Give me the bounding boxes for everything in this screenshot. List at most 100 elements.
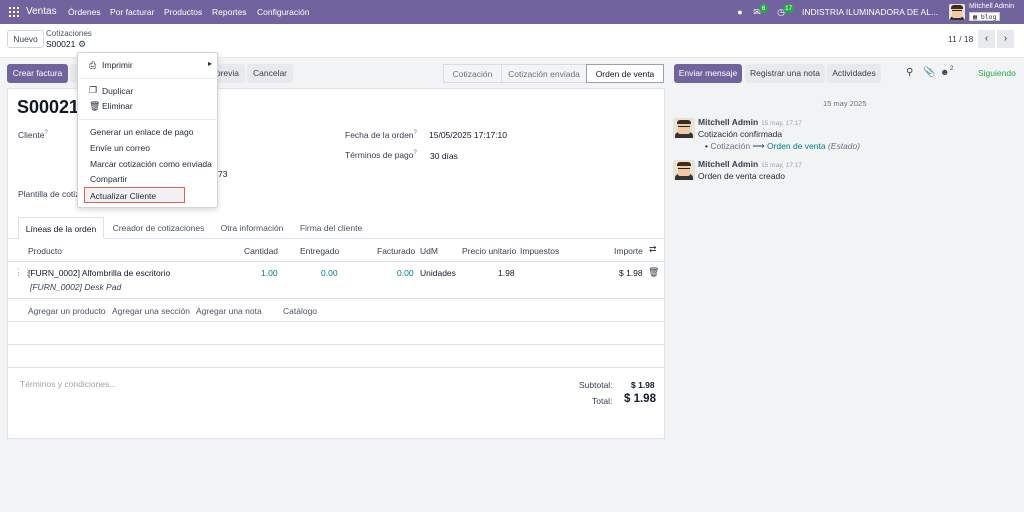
row-uom[interactable]: Unidades (420, 268, 456, 278)
payment-terms-value[interactable]: 30 días (430, 151, 458, 161)
followers-icon[interactable]: ☻ (940, 67, 949, 77)
app-name[interactable]: Ventas (26, 0, 57, 24)
author-avatar[interactable] (673, 118, 695, 138)
col-taxes[interactable]: Impuestos (520, 246, 559, 256)
col-product[interactable]: Producto (28, 246, 62, 256)
customer-partial-value[interactable]: 73 (218, 169, 227, 179)
total-value: $ 1.98 (624, 393, 656, 405)
status-stage-quotation[interactable]: Cotización (443, 64, 502, 83)
optional-columns-icon[interactable]: ⇄ (649, 244, 657, 255)
row-subtotal: $ 1.98 (619, 268, 643, 278)
col-subtotal[interactable]: Importe (614, 246, 643, 256)
user-avatar[interactable] (949, 4, 965, 20)
add-section-link[interactable]: Agregar una sección (112, 306, 190, 316)
pager-next-icon[interactable]: › (997, 30, 1014, 48)
status-stage-sales-order[interactable]: Orden de venta (586, 64, 664, 83)
pager-value[interactable]: 11 / 18 (948, 34, 973, 44)
top-navbar: Ventas Órdenes Por facturar Productos Re… (0, 0, 1024, 24)
menu-reportes[interactable]: Reportes (212, 0, 247, 24)
menu-item-print[interactable]: Imprimir (102, 60, 133, 70)
empty-row-divider-2 (8, 344, 664, 345)
col-uom[interactable]: UdM (420, 246, 438, 256)
order-date-value[interactable]: 15/05/2025 17:17:10 (429, 130, 507, 140)
row-quantity[interactable]: 1.00 (261, 268, 278, 278)
menu-item-duplicate[interactable]: Duplicar (102, 86, 133, 96)
catalog-link[interactable]: Catálogo (283, 306, 317, 316)
menu-por-facturar[interactable]: Por facturar (110, 0, 154, 24)
menu-item-send-email[interactable]: Envíe un correo (90, 143, 150, 153)
col-invoiced[interactable]: Facturado (377, 246, 415, 256)
cancel-button[interactable]: Cancelar (247, 64, 293, 83)
payment-terms-label: Términos de pago? (345, 150, 417, 160)
followers-count: 2 (950, 66, 954, 72)
menu-ordenes[interactable]: Órdenes (68, 0, 101, 24)
message-time: 15 may, 17:17 (761, 120, 802, 127)
company-name[interactable]: INDISTRIA ILUMINADORA DE AL... (802, 0, 938, 24)
breadcrumb-parent[interactable]: Cotizaciones (46, 29, 92, 38)
print-icon: ⎙ (89, 60, 97, 70)
caret-right-icon: ▸ (208, 59, 213, 68)
gear-icon[interactable]: ⚙ (78, 39, 86, 50)
user-menu[interactable]: Mitchell Admin ▦ blog (969, 2, 1019, 21)
subtotal-value: $ 1.98 (631, 380, 655, 390)
new-button[interactable]: Nuevo (7, 30, 44, 48)
row-description[interactable]: [FURN_0002] Desk Pad (30, 282, 121, 292)
menu-item-mark-sent[interactable]: Marcar cotización como enviada (90, 159, 212, 169)
message-author[interactable]: Mitchell Admin 15 may, 17:17 (698, 117, 802, 127)
message-time: 15 may, 17:17 (761, 162, 802, 169)
row-invoiced[interactable]: 0.00 (397, 268, 414, 278)
menu-item-delete[interactable]: Eliminar (102, 101, 133, 111)
create-invoice-button[interactable]: Crear factura (7, 64, 68, 83)
add-note-link[interactable]: Agregar una nota (196, 306, 262, 316)
bug-icon[interactable]: ● (734, 6, 746, 18)
message-author[interactable]: Mitchell Admin 15 may, 17:17 (698, 159, 802, 169)
order-name: S00021 (17, 97, 80, 117)
paperclip-icon[interactable]: 📎 (923, 67, 935, 78)
breadcrumb-current: S00021 (46, 39, 76, 49)
author-avatar[interactable] (673, 160, 695, 180)
col-delivered[interactable]: Entregado (300, 246, 339, 256)
activities-badge: 17 (783, 4, 795, 13)
trash-icon[interactable]: 🗑 (648, 267, 659, 278)
message-body: Cotización confirmada (698, 129, 783, 139)
action-dropdown-menu: ⎙ Imprimir ▸ ❐ Duplicar 🗑 Eliminar Gener… (77, 52, 218, 208)
col-unit-price[interactable]: Precio unitario (462, 246, 516, 256)
user-name: Mitchell Admin (969, 3, 1015, 10)
customer-label: Cliente? (18, 130, 48, 140)
menu-configuracion[interactable]: Configuración (257, 0, 309, 24)
message-body: Orden de venta creado (698, 171, 785, 181)
menu-item-generate-payment-link[interactable]: Generar un enlace de pago (90, 127, 194, 137)
empty-row-divider-1 (8, 321, 664, 322)
menu-productos[interactable]: Productos (164, 0, 202, 24)
tracking-value: • Cotización ⟶ Orden de venta (Estado) (705, 141, 861, 151)
tab-quote-builder[interactable]: Creador de cotizaciones (106, 217, 211, 239)
pager-previous-icon[interactable]: ‹ (978, 30, 995, 48)
order-date-label: Fecha de la orden? (345, 130, 417, 140)
date-separator: 15 may 2025 (823, 99, 867, 108)
status-stage-quotation-sent[interactable]: Cotización enviada (501, 64, 587, 83)
terms-conditions-input[interactable]: Términos y condiciones... (20, 379, 116, 389)
row-divider (8, 298, 664, 299)
subtotal-label: Subtotal: (579, 380, 613, 390)
activities-button[interactable]: Actividades (827, 64, 881, 83)
menu-item-share[interactable]: Compartir (90, 174, 127, 184)
row-product[interactable]: [FURN_0002] Alfombrilla de escritorio (28, 268, 170, 278)
row-delivered[interactable]: 0.00 (321, 268, 338, 278)
menu-item-update-customer[interactable]: Actualizar Cliente (84, 187, 185, 203)
tab-order-lines[interactable]: Líneas de la orden (18, 217, 104, 239)
row-unit-price[interactable]: 1.98 (498, 268, 515, 278)
tab-customer-signature[interactable]: Firma del cliente (292, 217, 370, 239)
messages-badge: 6 (759, 4, 768, 13)
add-product-link[interactable]: Agregar un producto (28, 306, 106, 316)
following-button[interactable]: Siguiendo (978, 68, 1016, 78)
copy-icon: ❐ (89, 85, 98, 95)
search-icon[interactable]: ⚲ (906, 67, 913, 78)
dropdown-divider (79, 78, 218, 79)
menu-item-update-customer-label: Actualizar Cliente (90, 191, 157, 201)
send-message-button[interactable]: Enviar mensaje (674, 64, 742, 83)
apps-menu-icon[interactable] (9, 7, 19, 17)
tab-other-info[interactable]: Otra información (213, 217, 291, 239)
trash-icon: 🗑 (89, 101, 101, 111)
log-note-button[interactable]: Registrar una nota (745, 64, 825, 83)
col-quantity[interactable]: Cantidad (244, 246, 278, 256)
